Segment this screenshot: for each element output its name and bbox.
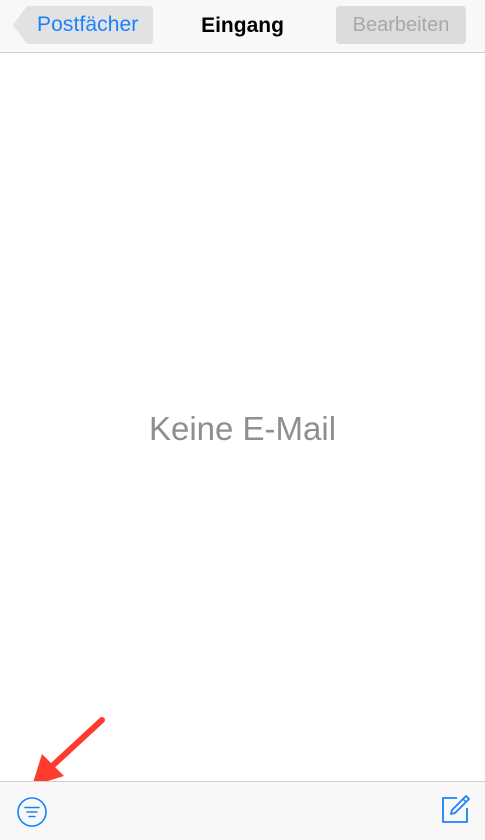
- back-button-label: Postfächer: [37, 13, 139, 36]
- edit-button-label: Bearbeiten: [352, 13, 450, 36]
- mailboxes-back-button[interactable]: Postfächer: [13, 6, 153, 44]
- bottom-toolbar: [0, 781, 485, 840]
- red-arrow-icon: [32, 717, 105, 786]
- edit-button[interactable]: Bearbeiten: [336, 6, 466, 44]
- filter-icon: [17, 797, 47, 827]
- navigation-bar: Postfächer Eingang Bearbeiten: [0, 0, 485, 53]
- filter-button[interactable]: [16, 796, 48, 828]
- empty-inbox-message: Keine E-Mail: [148, 410, 337, 447]
- compose-icon: [442, 795, 470, 823]
- mail-inbox-screen: Postfächer Eingang Bearbeiten Keine E-Ma…: [0, 0, 485, 840]
- compose-button[interactable]: [439, 794, 471, 826]
